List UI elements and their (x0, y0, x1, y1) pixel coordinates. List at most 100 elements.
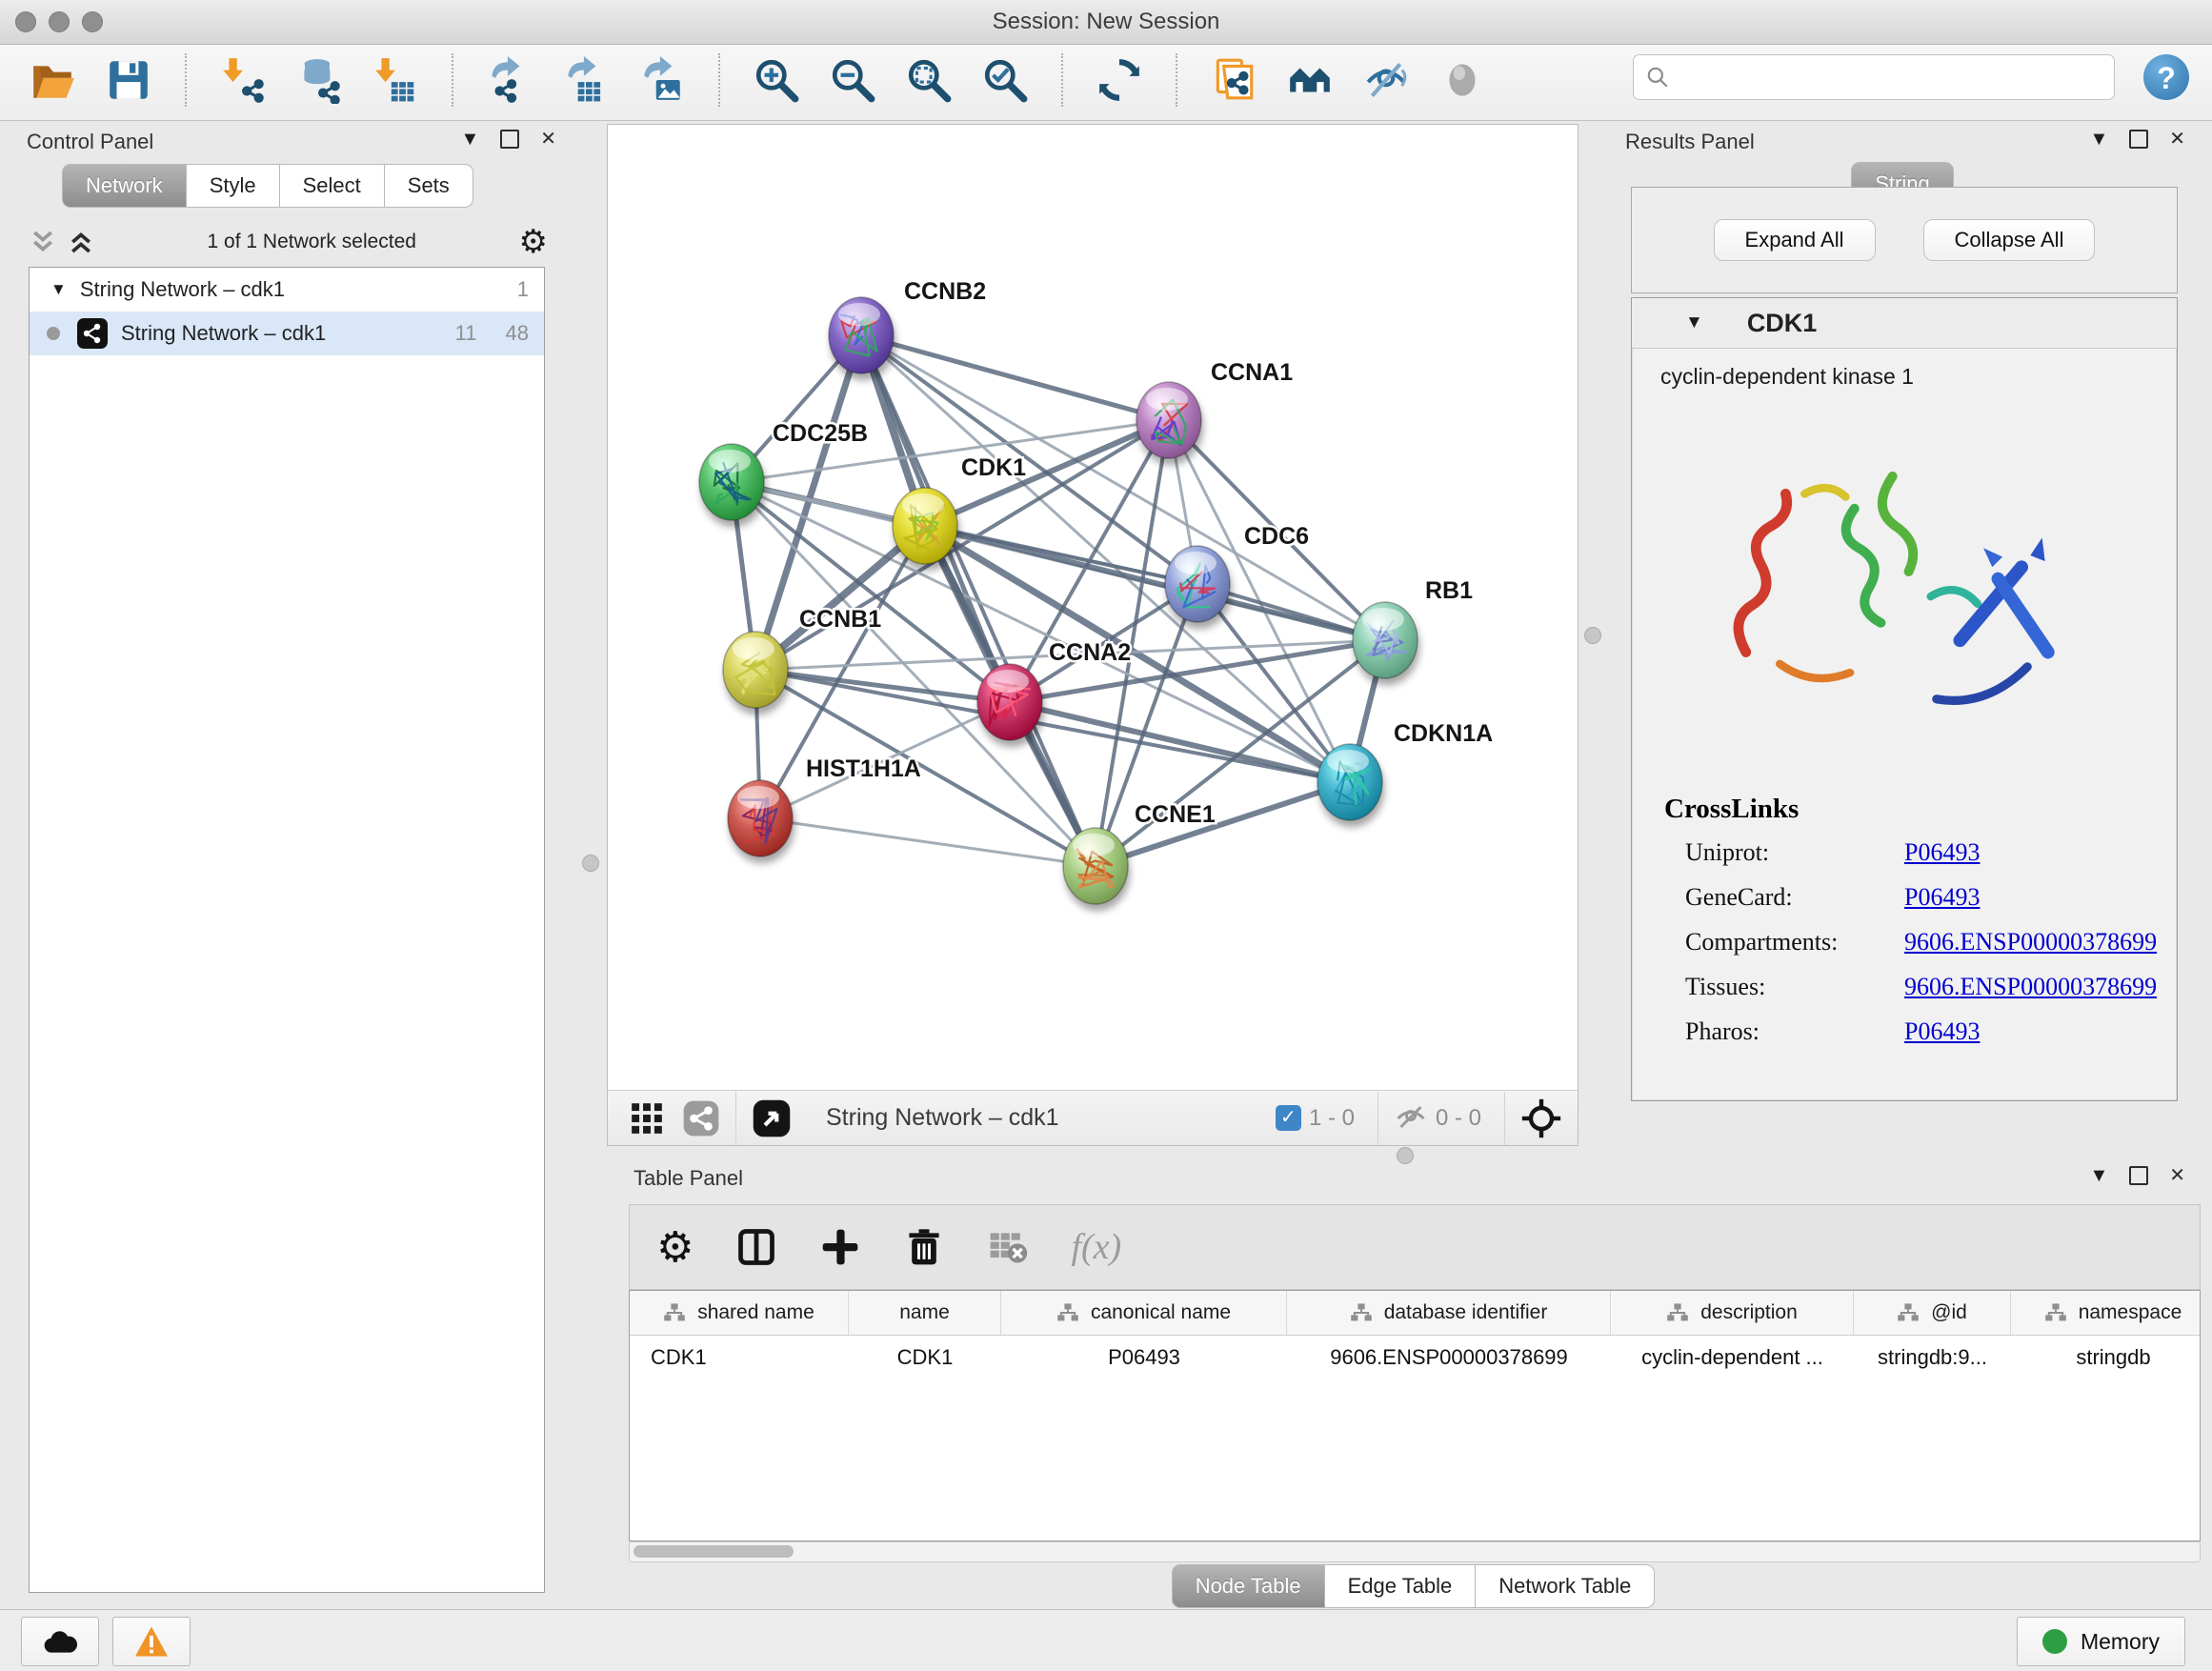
edge-HIST1H1A-CCNE1[interactable] (760, 818, 1096, 866)
column-header-canonical-name[interactable]: canonical name (1001, 1291, 1287, 1335)
edge-CDK1-RB1[interactable] (925, 526, 1385, 640)
network-row[interactable]: String Network – cdk1 11 48 (30, 312, 544, 355)
help-button[interactable]: ? (2143, 54, 2189, 100)
import-network-button[interactable] (215, 52, 271, 108)
delete-icon[interactable] (903, 1226, 945, 1268)
table-cell[interactable]: P06493 (1001, 1336, 1287, 1379)
refresh-button[interactable] (1092, 52, 1147, 108)
network-canvas[interactable]: CCNB2CCNA1CDC25BCDK1CDC6RB1CCNB1CCNA2CDK… (608, 125, 1578, 1091)
control-panel-float-menu-icon[interactable]: ▼ (460, 130, 479, 149)
table-cell[interactable]: 9606.ENSP00000378699 (1287, 1336, 1611, 1379)
first-neighbors-button[interactable] (1282, 52, 1337, 108)
results-panel-close-icon[interactable]: ✕ (2169, 130, 2185, 149)
node-RB1[interactable]: RB1 (1353, 577, 1473, 678)
warnings-button[interactable] (112, 1617, 191, 1666)
crosshair-icon[interactable] (1520, 1097, 1562, 1139)
zoom-in-button[interactable] (749, 52, 804, 108)
expand-all-networks-icon[interactable] (67, 228, 95, 256)
crosslink-link[interactable]: 9606.ENSP00000378699 (1904, 973, 2157, 1001)
open-session-button[interactable] (25, 52, 80, 108)
node-CDKN1A[interactable]: CDKN1A (1317, 720, 1493, 820)
tab-edge-table[interactable]: Edge Table (1325, 1564, 1477, 1608)
column-header-namespace[interactable]: namespace (2011, 1291, 2201, 1335)
column-header-shared-name[interactable]: shared name (630, 1291, 849, 1335)
cloud-button[interactable] (21, 1617, 99, 1666)
scrollbar-thumb[interactable] (633, 1545, 794, 1558)
zoom-fit-icon (905, 56, 953, 104)
table-horizontal-scrollbar[interactable] (629, 1541, 2201, 1562)
node-CDC6[interactable]: CDC6 (1165, 523, 1309, 622)
import-table-button[interactable] (368, 52, 423, 108)
search-input[interactable] (1633, 54, 2115, 100)
crosslink-link[interactable]: P06493 (1904, 883, 1980, 912)
tab-network-table[interactable]: Network Table (1476, 1564, 1655, 1608)
column-header-name[interactable]: name (849, 1291, 1001, 1335)
gear-icon[interactable]: ⚙ (656, 1223, 694, 1272)
network-options-gear-icon[interactable]: ⚙ (519, 226, 548, 258)
table-cell[interactable]: CDK1 (849, 1336, 1001, 1379)
table-cell[interactable]: cyclin-dependent ... (1611, 1336, 1854, 1379)
zoom-out-icon (829, 56, 876, 104)
show-all-button[interactable] (1435, 52, 1490, 108)
expand-all-button[interactable]: Expand All (1714, 219, 1876, 261)
hide-selected-button[interactable] (1358, 52, 1414, 108)
column-header-database-identifier[interactable]: database identifier (1287, 1291, 1611, 1335)
collection-expand-icon[interactable]: ▼ (50, 280, 67, 299)
tab-select[interactable]: Select (280, 164, 385, 208)
node-CCNA1[interactable]: CCNA1 (1136, 359, 1293, 458)
table-panel-float-menu-icon[interactable]: ▼ (2089, 1166, 2108, 1185)
save-session-button[interactable] (101, 52, 156, 108)
node-table[interactable]: shared namenamecanonical namedatabase id… (629, 1290, 2201, 1541)
export-image-button[interactable] (634, 52, 690, 108)
column-header-description[interactable]: description (1611, 1291, 1854, 1335)
tab-node-table[interactable]: Node Table (1172, 1564, 1325, 1608)
node-card-header[interactable]: ▼ CDK1 (1632, 298, 2177, 349)
left-splitter-handle[interactable] (582, 855, 599, 872)
network-list: ▼ String Network – cdk1 1 String Network… (29, 267, 545, 1593)
table-panel-close-icon[interactable]: ✕ (2169, 1166, 2185, 1185)
search-field[interactable] (1678, 64, 2114, 91)
tab-network[interactable]: Network (62, 164, 187, 208)
table-row[interactable]: CDK1CDK1P064939606.ENSP00000378699cyclin… (630, 1336, 2200, 1379)
crosslink-link[interactable]: P06493 (1904, 1017, 1980, 1046)
hidden-eye-icon[interactable] (1394, 1101, 1428, 1136)
table-cell[interactable]: stringdb:9... (1854, 1336, 2011, 1379)
selected-checkbox[interactable]: ✓ (1276, 1105, 1301, 1131)
tab-sets[interactable]: Sets (385, 164, 473, 208)
grid-icon[interactable] (629, 1100, 665, 1137)
results-panel-float-menu-icon[interactable]: ▼ (2089, 130, 2108, 149)
network-view[interactable]: CCNB2CCNA1CDC25BCDK1CDC6RB1CCNB1CCNA2CDK… (607, 124, 1579, 1146)
zoom-selected-button[interactable] (977, 52, 1033, 108)
collapse-all-networks-icon[interactable] (29, 228, 57, 256)
edge-CCNB1-CCNA2[interactable] (755, 670, 1010, 702)
results-panel-float-icon[interactable] (2129, 130, 2148, 149)
node-label-CCNA1: CCNA1 (1211, 359, 1293, 386)
crosslink-link[interactable]: P06493 (1904, 838, 1980, 867)
collapse-all-button[interactable]: Collapse All (1923, 219, 2096, 261)
export-network-button[interactable] (482, 52, 537, 108)
table-cell[interactable]: CDK1 (630, 1336, 849, 1379)
share-icon[interactable] (682, 1099, 720, 1137)
network-from-selection-button[interactable] (1206, 52, 1261, 108)
table-panel-float-icon[interactable] (2129, 1166, 2148, 1185)
tab-style[interactable]: Style (187, 164, 280, 208)
node-CCNB1[interactable]: CCNB1 (723, 606, 881, 708)
zoom-out-button[interactable] (825, 52, 880, 108)
node-CCNB2[interactable]: CCNB2 (829, 278, 986, 373)
crosslink-link[interactable]: 9606.ENSP00000378699 (1904, 928, 2157, 956)
node-card-collapse-icon[interactable]: ▼ (1685, 312, 1703, 333)
network-collection-row[interactable]: ▼ String Network – cdk1 1 (30, 268, 544, 312)
columns-icon[interactable] (735, 1226, 777, 1268)
memory-button[interactable]: Memory (2017, 1617, 2185, 1666)
edge-CCNB2-RB1[interactable] (861, 335, 1385, 640)
import-database-button[interactable] (292, 52, 347, 108)
export-table-button[interactable] (558, 52, 613, 108)
birdseye-icon[interactable] (752, 1098, 792, 1138)
protein-structure-image (1714, 413, 2095, 775)
control-panel-float-icon[interactable] (500, 130, 519, 149)
column-header-@id[interactable]: @id (1854, 1291, 2011, 1335)
zoom-fit-button[interactable] (901, 52, 956, 108)
add-column-icon[interactable] (819, 1226, 861, 1268)
control-panel-close-icon[interactable]: ✕ (540, 130, 556, 149)
table-cell[interactable]: stringdb (2011, 1336, 2201, 1379)
